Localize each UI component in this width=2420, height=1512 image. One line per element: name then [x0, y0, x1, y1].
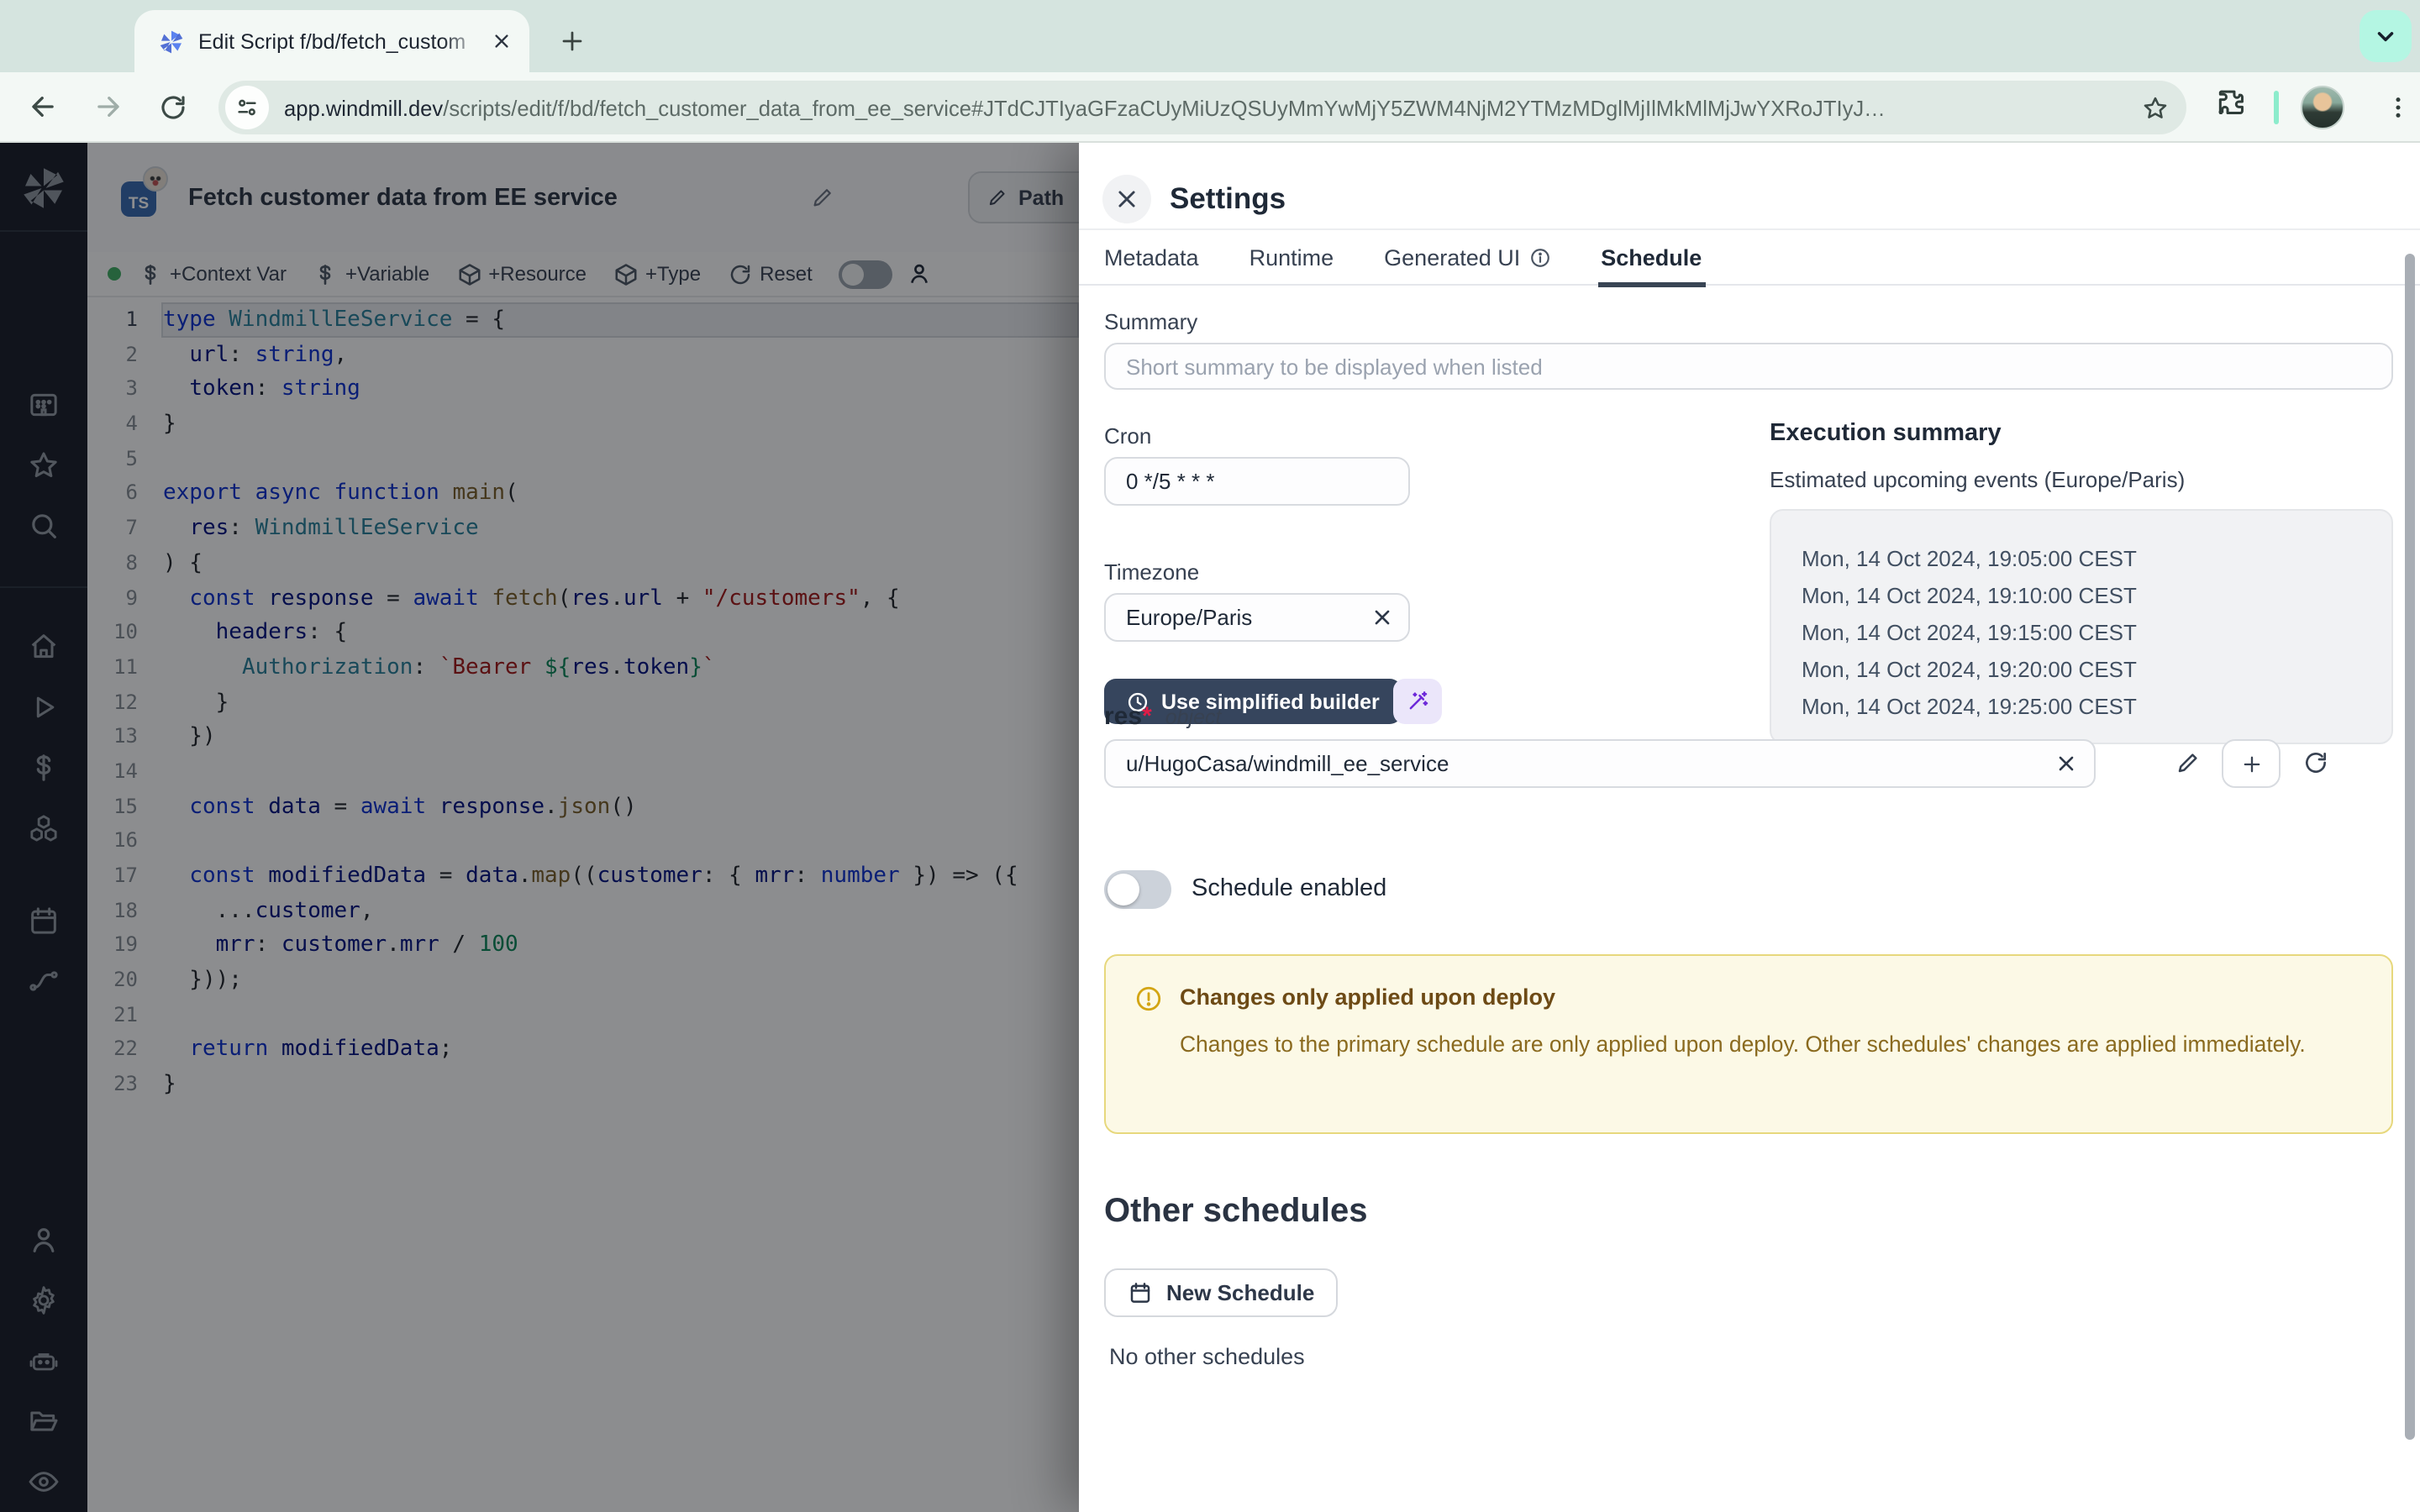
tab-label: Runtime — [1249, 244, 1334, 270]
warning-title: Changes only applied upon deploy — [1180, 984, 1555, 1010]
profile-avatar[interactable] — [2301, 86, 2344, 129]
extensions-puzzle-icon[interactable] — [2215, 86, 2247, 118]
execution-summary-heading: Execution summary — [1770, 420, 2002, 447]
res-arg-type: object — [1165, 706, 1222, 729]
new-schedule-button[interactable]: New Schedule — [1104, 1268, 1338, 1317]
browser-window: Edit Script f/bd/fetch_custom — [0, 0, 2420, 1512]
close-icon — [1114, 186, 1139, 212]
site-settings-icon[interactable] — [225, 86, 269, 129]
drawer-backdrop[interactable] — [0, 143, 1079, 1512]
schedule-enabled-label: Schedule enabled — [1192, 875, 1386, 902]
new-tab-icon[interactable] — [551, 20, 592, 60]
tab-strip: Edit Script f/bd/fetch_custom — [0, 0, 2420, 72]
drawer-scrollbar[interactable] — [2405, 254, 2415, 1440]
tab-label: Schedule — [1601, 244, 1702, 270]
calendar-icon — [1128, 1280, 1153, 1305]
chevron-down-icon — [2373, 24, 2398, 49]
settings-drawer: Settings Metadata Runtime Generated UI Sche… — [1079, 143, 2420, 1512]
schedule-enabled-toggle[interactable] — [1104, 870, 1171, 909]
res-clear-icon[interactable] — [2052, 749, 2081, 778]
reload-icon[interactable] — [145, 78, 202, 135]
tab-metadata[interactable]: Metadata — [1104, 228, 1199, 286]
tab-label: Metadata — [1104, 244, 1199, 270]
back-icon[interactable] — [13, 78, 71, 135]
url-bar[interactable]: app.windmill.dev/scripts/edit/f/bd/fetch… — [218, 81, 2186, 134]
browser-navbar: app.windmill.dev/scripts/edit/f/bd/fetch… — [0, 72, 2420, 143]
tab-close-icon[interactable] — [486, 26, 516, 56]
url-domain: app.windmill.dev — [284, 95, 443, 120]
warning-body: Changes to the primary schedule are only… — [1180, 1028, 2339, 1062]
plus-icon — [2239, 752, 2263, 775]
tab-runtime[interactable]: Runtime — [1249, 228, 1334, 286]
url-text: app.windmill.dev/scripts/edit/f/bd/fetch… — [284, 95, 2141, 120]
tab-schedule[interactable]: Schedule — [1601, 228, 1702, 286]
summary-label: Summary — [1104, 309, 1197, 334]
window-chevron-button[interactable] — [2360, 10, 2412, 62]
res-refresh-icon[interactable] — [2302, 749, 2329, 776]
res-arg-label-row: res* object — [1104, 702, 1944, 732]
tab-generated-ui[interactable]: Generated UI — [1384, 228, 1550, 286]
cron-label: Cron — [1104, 423, 1151, 449]
tab-label: Generated UI — [1384, 244, 1520, 270]
kebab-menu-icon[interactable] — [2376, 86, 2420, 129]
other-schedules-heading: Other schedules — [1104, 1193, 1367, 1231]
drawer-title: Settings — [1170, 181, 1286, 217]
res-resource-input[interactable] — [1104, 739, 2096, 788]
upcoming-event: Mon, 14 Oct 2024, 19:15:00 CEST — [1802, 615, 2391, 652]
settings-tabs: Metadata Runtime Generated UI Schedule — [1079, 228, 2420, 286]
required-asterisk: * — [1142, 702, 1152, 731]
new-schedule-label: New Schedule — [1166, 1280, 1314, 1305]
info-icon — [1528, 246, 1550, 268]
windmill-favicon-icon — [158, 28, 185, 55]
res-add-button[interactable] — [2222, 739, 2281, 788]
no-other-schedules-text: No other schedules — [1109, 1344, 1305, 1369]
bookmark-star-icon[interactable] — [2141, 93, 2170, 122]
upcoming-event: Mon, 14 Oct 2024, 19:20:00 CEST — [1802, 652, 2391, 689]
execution-summary-subheading: Estimated upcoming events (Europe/Paris) — [1770, 467, 2185, 492]
res-arg-name: res — [1104, 702, 1142, 731]
url-path: /scripts/edit/f/bd/fetch_customer_data_f… — [443, 95, 1886, 120]
app-workarea: TS Fetch customer data from EE service P… — [0, 143, 2420, 1512]
summary-input[interactable] — [1104, 343, 2393, 390]
browser-tab[interactable]: Edit Script f/bd/fetch_custom — [134, 10, 529, 72]
deploy-warning-box: Changes only applied upon deploy Changes… — [1104, 954, 2393, 1134]
alert-circle-icon — [1134, 984, 1163, 1013]
settings-body: Summary Cron Timezone Use simplified bui… — [1079, 286, 2420, 1512]
upcoming-event: Mon, 14 Oct 2024, 19:10:00 CEST — [1802, 578, 2391, 615]
timezone-label: Timezone — [1104, 559, 1199, 585]
timezone-clear-icon[interactable] — [1368, 603, 1397, 632]
timezone-input[interactable] — [1104, 593, 1410, 642]
res-edit-pencil-icon[interactable] — [2175, 749, 2202, 776]
tab-title: Edit Script f/bd/fetch_custom — [198, 29, 486, 53]
toolbar-divider — [2274, 91, 2279, 124]
upcoming-event: Mon, 14 Oct 2024, 19:05:00 CEST — [1802, 541, 2391, 578]
cron-input[interactable] — [1104, 457, 1410, 506]
forward-icon — [79, 78, 136, 135]
drawer-close-button[interactable] — [1102, 175, 1151, 223]
